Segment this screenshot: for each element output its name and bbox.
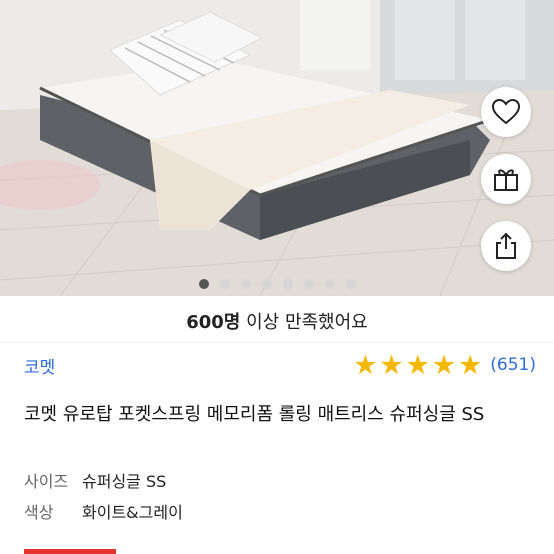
accent-bar bbox=[24, 549, 116, 554]
gift-button[interactable] bbox=[481, 154, 531, 204]
product-title: 코멧 유로탑 포켓스프링 메모리폼 롤링 매트리스 슈퍼싱글 SS bbox=[24, 404, 485, 425]
pager-dot[interactable] bbox=[345, 279, 356, 289]
like-button[interactable] bbox=[481, 87, 531, 137]
gift-icon bbox=[494, 169, 518, 191]
pager-dot[interactable] bbox=[303, 279, 314, 289]
star-icon: ★ bbox=[353, 349, 378, 381]
star-icon: ★ bbox=[405, 349, 430, 381]
option-size: 사이즈 슈퍼싱글 SS bbox=[24, 468, 166, 492]
option-key: 사이즈 bbox=[24, 472, 69, 491]
option-value: 슈퍼싱글 SS bbox=[82, 472, 167, 491]
product-image[interactable] bbox=[0, 0, 554, 296]
option-value: 화이트&그레이 bbox=[82, 503, 183, 522]
pager-dot[interactable] bbox=[324, 279, 335, 289]
share-button[interactable] bbox=[481, 221, 531, 271]
share-icon bbox=[496, 232, 516, 259]
review-count[interactable]: (651) bbox=[490, 355, 536, 375]
star-icon: ★ bbox=[431, 349, 457, 381]
pager-dot[interactable] bbox=[282, 279, 293, 289]
star-icon: ★ bbox=[379, 349, 404, 381]
option-key: 색상 bbox=[24, 503, 54, 522]
pager-dot[interactable] bbox=[219, 279, 230, 289]
rating[interactable]: ★ ★ ★ ★ ★ (651) bbox=[353, 352, 536, 379]
satisfaction-count: 600명 bbox=[186, 312, 241, 333]
mattress-photo bbox=[0, 0, 554, 296]
star-icon: ★ bbox=[458, 349, 483, 381]
brand-rating-row: 코멧 ★ ★ ★ ★ ★ (651) bbox=[24, 350, 536, 380]
heart-icon bbox=[492, 99, 520, 125]
pager-dot[interactable] bbox=[240, 279, 251, 289]
option-color: 색상 화이트&그레이 bbox=[24, 499, 183, 523]
satisfaction-text: 이상 만족했어요 bbox=[240, 312, 368, 333]
pager-dot[interactable] bbox=[198, 279, 209, 289]
satisfaction-banner: 600명 이상 만족했어요 bbox=[0, 300, 554, 343]
brand-link[interactable]: 코멧 bbox=[24, 353, 55, 378]
pager-dot[interactable] bbox=[261, 279, 272, 289]
image-pager bbox=[0, 279, 554, 291]
